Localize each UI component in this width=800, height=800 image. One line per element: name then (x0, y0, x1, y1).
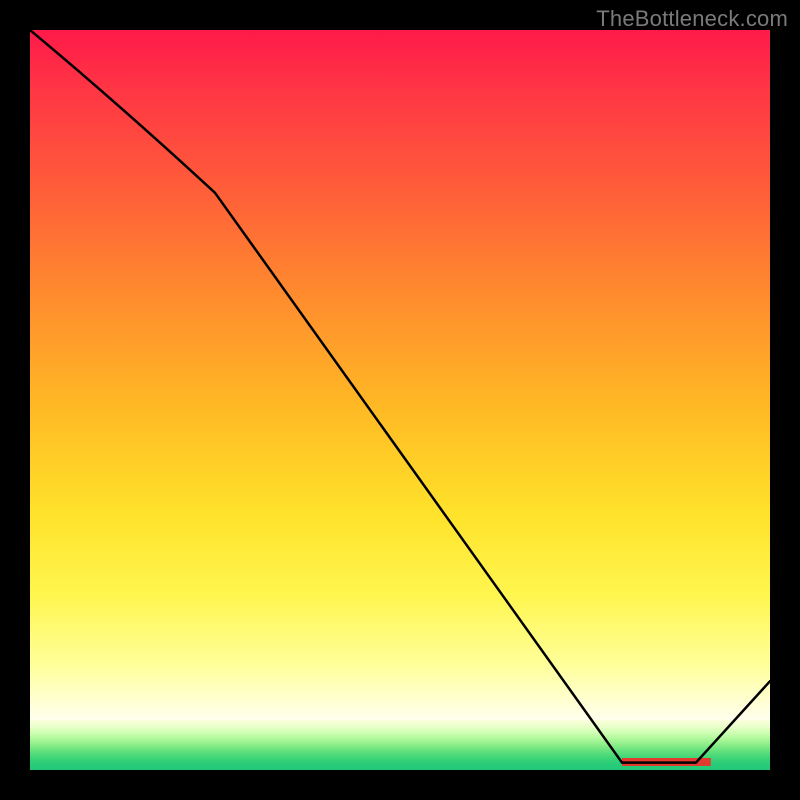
chart-svg (30, 30, 770, 770)
bottleneck-curve (30, 30, 770, 763)
watermark-text: TheBottleneck.com (596, 6, 788, 32)
chart-frame (30, 30, 770, 770)
